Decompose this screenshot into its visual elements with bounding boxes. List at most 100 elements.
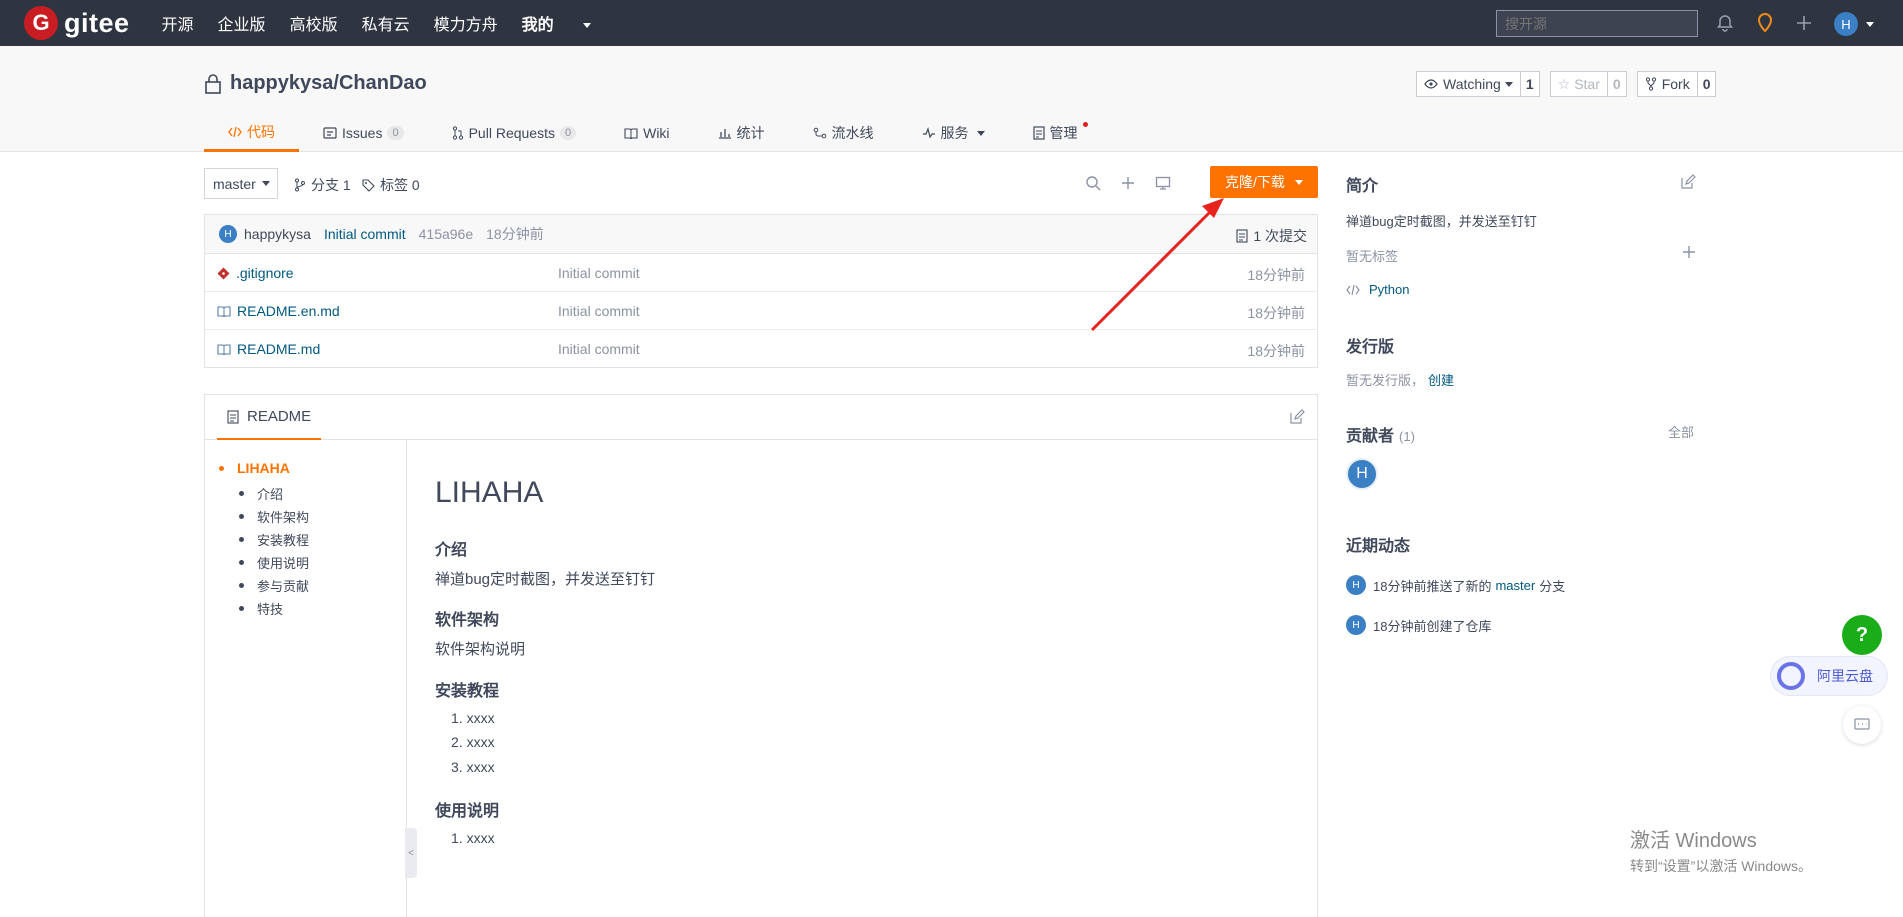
file-commit-message[interactable]: Initial commit <box>558 341 640 357</box>
file-commit-message[interactable]: Initial commit <box>558 265 640 281</box>
watch-button[interactable]: Watching 1 <box>1416 71 1540 97</box>
bullet-icon <box>239 491 244 496</box>
tab-issues[interactable]: Issues 0 <box>299 114 428 152</box>
tab-stats[interactable]: 统计 <box>694 114 789 152</box>
pull-request-icon <box>452 126 463 140</box>
toc-label: 软件架构 <box>257 510 310 525</box>
toc-collapse-handle[interactable]: < <box>405 828 417 878</box>
all-contributors-link[interactable]: 全部 <box>1668 422 1694 441</box>
chevron-down-icon[interactable] <box>1862 13 1874 35</box>
bullet-icon <box>239 560 244 565</box>
commit-message[interactable]: Initial commit <box>324 226 406 242</box>
toc-item[interactable]: 使用说明 <box>239 553 309 572</box>
tab-pull-requests[interactable]: Pull Requests 0 <box>428 114 601 152</box>
fork-count[interactable]: 0 <box>1696 72 1716 96</box>
toc-item[interactable]: 软件架构 <box>239 507 309 526</box>
toc-item[interactable]: 介绍 <box>239 484 283 503</box>
aliyun-drive-label: 阿里云盘 <box>1817 668 1873 684</box>
nav-enterprise[interactable]: 企业版 <box>218 11 266 35</box>
readme-header: README <box>205 395 1317 440</box>
file-link[interactable]: README.md <box>217 341 320 357</box>
commit-hash[interactable]: 415a96e <box>419 226 474 242</box>
toc-item[interactable]: LIHAHA <box>219 460 290 476</box>
star-count[interactable]: 0 <box>1606 72 1626 96</box>
plus-icon[interactable] <box>1793 12 1815 34</box>
tab-pipeline[interactable]: 流水线 <box>789 114 898 152</box>
location-pin-icon[interactable] <box>1754 12 1776 34</box>
activity-avatar[interactable]: H <box>1346 615 1366 635</box>
gitee-logo[interactable]: G gitee <box>24 6 130 40</box>
commit-author[interactable]: happykysa <box>244 226 311 242</box>
git-icon <box>217 267 230 279</box>
tab-readme[interactable]: README <box>217 395 322 440</box>
branch-selector[interactable]: master <box>204 168 278 199</box>
code-icon <box>1346 284 1360 295</box>
readme-book-icon <box>217 343 231 355</box>
file-commit-message[interactable]: Initial commit <box>558 303 640 319</box>
edit-icon[interactable] <box>1680 174 1696 193</box>
add-file-icon[interactable] <box>1118 173 1138 193</box>
chat-button[interactable] <box>1843 706 1881 744</box>
clone-download-button[interactable]: 克隆/下载 <box>1210 166 1318 198</box>
branch-name: master <box>213 175 256 192</box>
user-avatar[interactable]: H <box>1834 12 1858 36</box>
eye-icon <box>1424 79 1438 89</box>
no-release-label: 暂无发行版， <box>1346 373 1425 388</box>
nav-education[interactable]: 高校版 <box>290 11 338 35</box>
toc-item[interactable]: 参与贡献 <box>239 576 309 595</box>
web-ide-icon[interactable] <box>1153 173 1173 193</box>
star-icon: ☆ <box>1557 75 1571 92</box>
file-name: README.md <box>237 341 321 357</box>
search-icon[interactable] <box>1083 173 1103 193</box>
contributor-avatar[interactable]: H <box>1346 458 1378 490</box>
file-table: H happykysa Initial commit 415a96e 18分钟前… <box>204 214 1318 368</box>
create-release-link[interactable]: 创建 <box>1428 373 1454 388</box>
nav-moli[interactable]: 模力方舟 <box>434 11 498 35</box>
nav-private-cloud[interactable]: 私有云 <box>362 11 410 35</box>
branches-link[interactable]: 分支 1 <box>294 175 351 195</box>
edit-icon[interactable] <box>1289 409 1305 428</box>
section-heading: 安装教程 <box>435 683 500 700</box>
nav-open-source[interactable]: 开源 <box>162 11 194 35</box>
bell-icon[interactable] <box>1714 12 1736 34</box>
search-input[interactable] <box>1496 10 1698 37</box>
watch-count[interactable]: 1 <box>1519 72 1539 96</box>
watermark-line-1: 激活 Windows <box>1630 830 1757 852</box>
activity-item: H 18分钟前创建了仓库 <box>1346 615 1491 635</box>
contributors-title: 贡献者 (1) <box>1346 422 1415 446</box>
file-time: 18分钟前 <box>1247 305 1305 321</box>
nav-mine-dropdown[interactable]: 我的 <box>522 11 591 35</box>
tab-code[interactable]: 代码 <box>204 114 299 152</box>
file-link[interactable]: .gitignore <box>217 265 294 281</box>
aliyun-drive-button[interactable]: 阿里云盘 <box>1770 656 1888 696</box>
bar-chart-icon <box>718 129 731 139</box>
tab-wiki[interactable]: Wiki <box>600 114 693 152</box>
list-item: 2. xxxx <box>451 734 495 750</box>
toc-label: LIHAHA <box>237 460 290 476</box>
toc-item[interactable]: 安装教程 <box>239 530 309 549</box>
add-tag-icon[interactable] <box>1682 245 1696 262</box>
commit-avatar[interactable]: H <box>219 225 237 243</box>
tab-label: 服务 <box>940 125 969 141</box>
tags-link[interactable]: 标签 0 <box>362 175 420 195</box>
release-title: 发行版 <box>1346 339 1395 356</box>
fork-button[interactable]: Fork 0 <box>1636 71 1717 97</box>
toc-item[interactable]: 特技 <box>239 599 283 618</box>
toc-label: 使用说明 <box>257 556 310 571</box>
watermark-line-2: 转到“设置”以激活 Windows。 <box>1630 858 1813 874</box>
toc-label: 特技 <box>257 602 284 617</box>
language-tag[interactable]: Python <box>1346 282 1409 297</box>
commit-count-link[interactable]: 1 次提交 <box>1236 226 1307 246</box>
tab-manage[interactable]: 管理 <box>1009 114 1102 152</box>
project-header: happykysa/ChanDao Watching 1 ☆ Star 0 For… <box>0 46 1903 152</box>
activity-avatar[interactable]: H <box>1346 575 1366 595</box>
star-button[interactable]: ☆ Star 0 <box>1549 71 1627 97</box>
chevron-left-icon: < <box>408 847 414 859</box>
toc-label: 安装教程 <box>257 533 310 548</box>
tab-services[interactable]: 服务 <box>898 114 1009 152</box>
file-link[interactable]: README.en.md <box>217 303 340 319</box>
branch-link[interactable]: master <box>1495 578 1535 593</box>
help-button[interactable]: ? <box>1842 615 1882 655</box>
main-nav: 开源 企业版 高校版 私有云 模力方舟 我的 <box>162 11 615 35</box>
repo-path[interactable]: happykysa/ChanDao <box>230 72 427 95</box>
